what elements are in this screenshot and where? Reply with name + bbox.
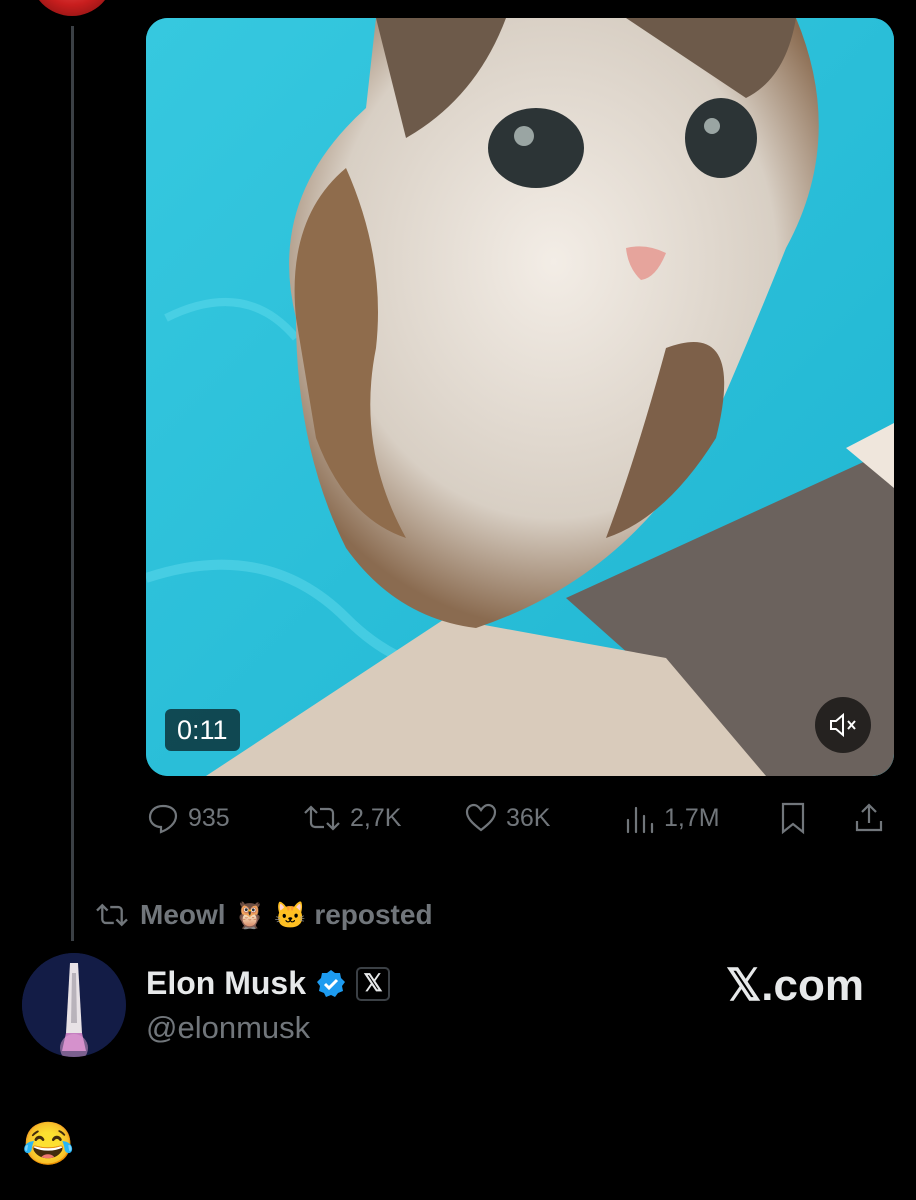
speaker-muted-icon [830, 712, 856, 738]
bookmark-icon [781, 802, 805, 835]
verified-badge-icon [317, 969, 346, 997]
mute-button[interactable] [815, 697, 871, 753]
tweet-action-bar: 935 2,7K 36K 1,7M [146, 795, 894, 841]
author-display-name[interactable]: Elon Musk [146, 965, 306, 1002]
tweet-text: 😂 [22, 1120, 75, 1167]
x-com-watermark: 𝕏.com [725, 961, 864, 1010]
video-frame-cat [146, 18, 894, 776]
author-handle[interactable]: @elonmusk [146, 1010, 310, 1046]
thread-connector-line [71, 26, 74, 941]
views-button[interactable]: 1,7M [624, 795, 720, 841]
repost-button[interactable]: 2,7K [302, 795, 401, 841]
heart-icon [465, 803, 497, 832]
bookmark-button[interactable] [778, 795, 808, 841]
reply-count: 935 [188, 803, 230, 832]
repost-count: 2,7K [350, 803, 402, 832]
author-avatar[interactable] [22, 953, 126, 1057]
views-bar-chart-icon [626, 806, 654, 834]
reply-icon [148, 804, 178, 834]
cat-emoji: 🐱 [273, 899, 307, 930]
video-player[interactable] [146, 18, 894, 776]
video-duration-badge: 0:11 [165, 709, 240, 751]
reposter-name[interactable]: Meowl [140, 899, 226, 931]
like-count: 36K [506, 803, 551, 832]
repost-small-icon [96, 903, 128, 927]
owl-emoji: 🦉 [233, 899, 266, 930]
rocket-launch-avatar-image [22, 953, 126, 1057]
share-icon [855, 803, 883, 832]
reposted-by-banner[interactable]: Meowl 🦉 🐱 reposted [92, 895, 433, 935]
reposted-label: reposted [314, 899, 433, 930]
view-count: 1,7M [664, 803, 720, 832]
author-name-row[interactable]: Elon Musk 𝕏 [146, 965, 391, 1002]
share-button[interactable] [852, 795, 886, 841]
previous-author-avatar[interactable] [30, 0, 114, 16]
affiliation-x-badge[interactable]: 𝕏 [356, 966, 391, 1001]
like-button[interactable]: 36K [464, 795, 550, 841]
reply-button[interactable]: 935 [146, 795, 230, 841]
repost-icon [304, 805, 340, 831]
